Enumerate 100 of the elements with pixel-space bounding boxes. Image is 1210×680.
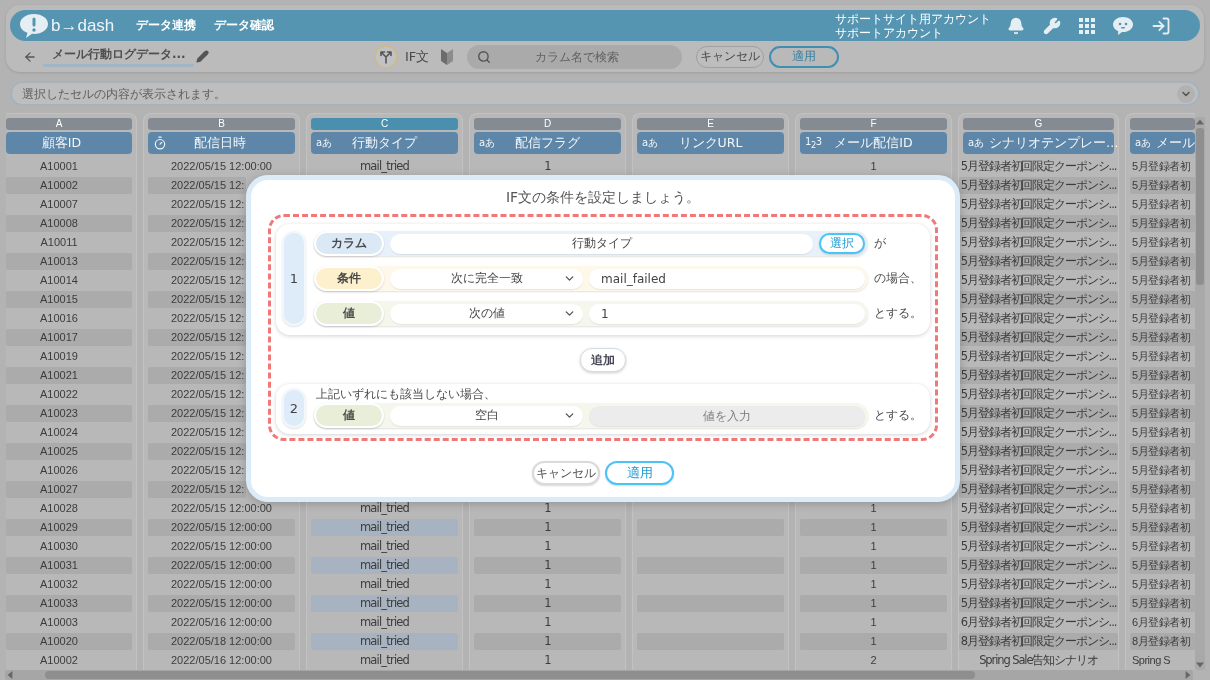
table-cell-text: 1 [869, 539, 878, 554]
document-title[interactable]: メール行動ログデータ... [43, 46, 194, 67]
login-icon[interactable] [1151, 15, 1171, 36]
column-letter[interactable]: A [6, 118, 132, 130]
table-cell: 5月登録者初 [1130, 481, 1195, 498]
column-letter[interactable]: F [800, 118, 947, 130]
face-bubble-icon[interactable] [1113, 16, 1133, 35]
table-cell: A10029 [6, 519, 132, 536]
table-cell-text: 2022/05/16 12:00:00 [170, 615, 273, 630]
table-cell-text: A10014 [39, 273, 79, 288]
dialog-title: IF文の条件を設定しましょう。 [505, 188, 701, 206]
exclamation-bubble-icon [20, 13, 48, 38]
table-cell: A10033 [6, 595, 132, 612]
table-cell: A10021 [6, 367, 132, 384]
column-letter[interactable]: B [148, 118, 295, 130]
table-cell-text: A10026 [39, 463, 79, 478]
scrollbar-thumb[interactable] [45, 671, 975, 679]
select-button[interactable]: 選択 [819, 233, 865, 254]
table-cell: mail_tried [311, 519, 458, 536]
operator-select[interactable]: 次に完全一致 [390, 268, 583, 289]
table-cell: 5月登録者初回限定クーポンシ... [959, 424, 1118, 441]
operator-select[interactable]: 次の値 [390, 303, 583, 324]
scroll-right-icon[interactable] [1185, 671, 1191, 679]
vertical-scrollbar[interactable] [1195, 117, 1205, 670]
table-cell: A10020 [6, 633, 132, 650]
column-field[interactable]: 行動タイプ [390, 233, 813, 254]
column-header[interactable]: 顧客ID [6, 132, 132, 154]
bell-icon[interactable] [1007, 16, 1025, 35]
column-letter[interactable]: G [963, 118, 1114, 130]
scroll-down-icon[interactable] [1196, 662, 1204, 668]
table-cell: A10015 [6, 291, 132, 308]
table-cell: 5月登録者初回限定クーポンシ... [959, 272, 1118, 289]
column-letter[interactable]: C [311, 118, 458, 130]
branch-number: 2 [282, 388, 306, 428]
column-header[interactable]: aあ 配信フラグ [474, 132, 621, 154]
table-cell: A10013 [6, 253, 132, 270]
branch-number: 1 [282, 231, 306, 326]
table-cell-text: A10001 [39, 159, 79, 174]
horizontal-scrollbar[interactable] [5, 670, 1193, 680]
table-cell-text: A10030 [39, 539, 79, 554]
table-cell-text: 5月登録者初 [1131, 235, 1192, 250]
table-cell-text: 2022/05/16 12:00:00 [170, 653, 273, 668]
table-cell: 2022/05/15 12: [148, 329, 246, 346]
table-cell: 5月登録者初回限定クーポンシ... [959, 177, 1118, 194]
table-cell-text: 2022/05/15 12: [170, 235, 246, 250]
table-cell: 2022/05/15 12: [148, 367, 246, 384]
column-name: 行動タイプ [351, 134, 419, 152]
branch-icon[interactable] [374, 44, 398, 69]
beginner-mark-icon[interactable] [441, 48, 454, 65]
table-cell-text: 2022/05/15 12:00:00 [170, 159, 273, 174]
dialog-button[interactable]: キャンセル [532, 461, 600, 485]
nav-link[interactable]: データ確認 [214, 17, 275, 34]
table-cell: 5月登録者初 [1130, 291, 1195, 308]
column-letter[interactable]: D [474, 118, 621, 130]
table-cell-text: 2022/05/15 12: [170, 425, 246, 440]
wrench-icon[interactable] [1043, 16, 1061, 35]
scroll-left-icon[interactable] [7, 671, 13, 679]
table-cell: 2022/05/15 12:00:00 [148, 519, 295, 536]
logo-wordmark[interactable]: b→dash [51, 15, 115, 36]
table-cell-text: 2022/05/15 12: [170, 387, 246, 402]
add-button[interactable]: 追加 [580, 348, 626, 372]
toolbar-button[interactable]: 適用 [769, 45, 840, 68]
scrollbar-thumb[interactable] [1196, 128, 1204, 285]
table-cell-text: 1 [869, 159, 878, 174]
dialog-button[interactable]: 適用 [605, 461, 674, 485]
value-input[interactable]: mail_failed [589, 268, 865, 289]
table-cell: 5月登録者初回限定クーポンシ... [959, 557, 1118, 574]
cell-content-field[interactable]: 選択したセルの内容が表示されます。 [10, 81, 1200, 106]
chevron-down-icon[interactable] [1177, 84, 1195, 103]
table-cell-text: mail_tried [358, 576, 411, 593]
table-cell: 5月登録者初 [1130, 405, 1195, 422]
table-cell-text: 5月登録者初 [1131, 577, 1192, 592]
column-header[interactable]: aあ リンクURL [637, 132, 784, 154]
table-cell-text: 1 [543, 652, 552, 669]
table-cell: 5月登録者初回限定クーポンシ... [959, 253, 1118, 270]
table-cell: 5月登録者初 [1130, 519, 1195, 536]
pencil-icon[interactable] [195, 50, 209, 63]
grid-icon[interactable] [1079, 17, 1095, 34]
table-cell: 1 [800, 557, 947, 574]
table-cell-text: 5月登録者初 [1131, 197, 1192, 212]
table-cell: 5月登録者初回限定クーポンシ... [959, 367, 1118, 384]
table-cell: 5月登録者初回限定クーポンシ... [959, 595, 1118, 612]
column-letter[interactable]: E [637, 118, 784, 130]
table-cell-text: mail_tried [358, 652, 411, 669]
nav-link[interactable]: データ連携 [136, 17, 197, 34]
table-cell: 2022/05/15 12: [148, 405, 246, 422]
column-header[interactable]: aあ メール [1130, 132, 1195, 154]
table-cell: 5月登録者初 [1130, 443, 1195, 460]
table-cell-text: 1 [543, 158, 552, 175]
scroll-up-icon[interactable] [1196, 119, 1204, 125]
table-cell: 2022/05/15 12: [148, 481, 246, 498]
table-cell-text: 1 [543, 500, 552, 517]
table-cell-text: 2022/05/15 12: [170, 311, 246, 326]
column-header[interactable]: aあ 行動タイプ [311, 132, 458, 154]
column-header[interactable]: 配信日時 [148, 132, 295, 154]
search-field[interactable]: カラム名で検索 [467, 44, 683, 69]
toolbar-button[interactable]: キャンセル [696, 45, 765, 68]
table-cell-text: A10024 [39, 425, 79, 440]
value-input[interactable]: 1 [589, 303, 865, 324]
column-header[interactable]: 1$_{2}$3 メール配信ID [800, 132, 947, 154]
